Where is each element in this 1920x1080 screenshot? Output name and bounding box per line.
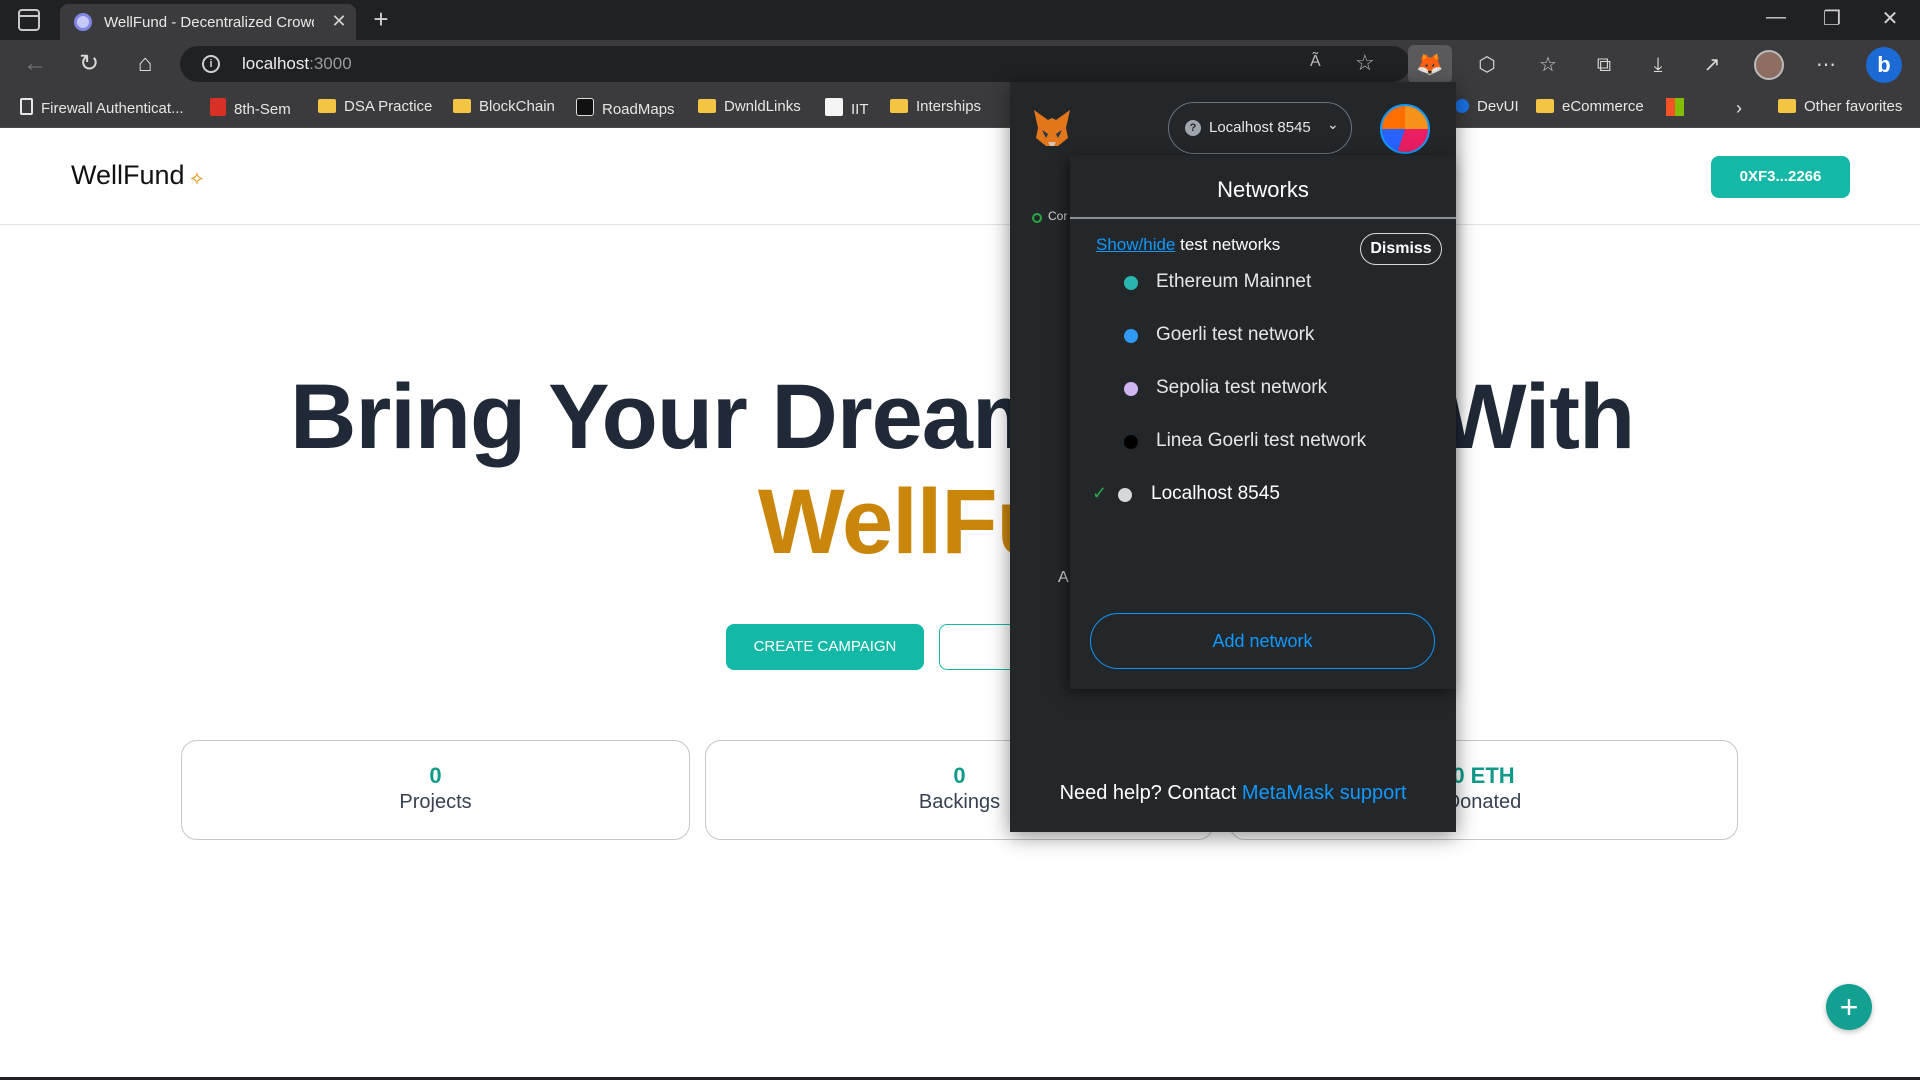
brand-logo[interactable]: WellFund ⟡ (71, 160, 203, 191)
site-favicon-icon (74, 13, 92, 31)
restore-icon[interactable]: ❐ (1812, 6, 1852, 31)
add-favorite-icon[interactable]: ☆ (1355, 50, 1375, 76)
close-window-icon[interactable]: ✕ (1870, 6, 1910, 31)
create-campaign-button[interactable]: CREATE CAMPAIGN (726, 624, 924, 670)
site-header: WellFund ⟡ 0XF3...2266 (0, 128, 1920, 225)
iit-site-icon (825, 98, 843, 116)
network-item-ethereum-mainnet[interactable]: Ethereum Mainnet (1070, 263, 1456, 303)
url-text: localhost:3000 (242, 54, 352, 73)
pdf-icon (210, 98, 226, 116)
show-hide-link[interactable]: Show/hide (1096, 235, 1175, 254)
help-footer: Need help? Contact MetaMask support (1059, 782, 1407, 804)
metamask-extension-icon[interactable]: 🦊 (1408, 45, 1452, 83)
browser-toolbar: ← ↻ ⌂ i localhost:3000 Ã ☆ 🦊 ⬡ ☆ ⧉ ⤓ ↗ … (0, 40, 1920, 88)
network-name: Linea Goerli test network (1156, 430, 1367, 451)
extensions-icon[interactable]: ⬡ (1473, 52, 1501, 80)
bookmark-roadmaps[interactable]: RoadMaps (576, 98, 675, 118)
connected-status-text[interactable]: Cor (1048, 209, 1067, 223)
site-info-icon[interactable]: i (202, 55, 220, 73)
network-name: Goerli test network (1156, 324, 1315, 345)
show-hide-test-networks: Show/hide test networks (1096, 235, 1281, 254)
network-name: Ethereum Mainnet (1156, 271, 1312, 292)
account-avatar[interactable] (1380, 104, 1430, 154)
browser-tab-bar: WellFund - Decentralized Crowdf ✕ + — ❐ … (0, 0, 1920, 40)
add-network-button[interactable]: Add network (1090, 613, 1435, 669)
divider (1070, 217, 1456, 219)
bookmark-ecommerce[interactable]: eCommerce (1536, 98, 1644, 118)
downloads-icon[interactable]: ⤓ (1644, 52, 1672, 80)
back-icon[interactable]: ← (20, 50, 50, 80)
profile-avatar[interactable] (1754, 50, 1784, 80)
metamask-support-link[interactable]: MetaMask support (1242, 782, 1407, 804)
reload-icon[interactable]: ↻ (74, 50, 104, 80)
tab-title: WellFund - Decentralized Crowdf (104, 14, 314, 31)
hero-heading-brand: WellFund (757, 471, 1163, 573)
bookmark-iit[interactable]: IIT (825, 98, 869, 118)
add-floating-button[interactable]: + (1826, 984, 1872, 1030)
leaf-icon: ⟡ (190, 168, 204, 189)
network-color-dot (1124, 276, 1138, 290)
connected-status-icon (1032, 213, 1042, 223)
bookmark-microsoft[interactable] (1666, 98, 1692, 118)
bookmark-firewall[interactable]: Firewall Authenticat... (20, 98, 184, 118)
favorites-icon[interactable]: ☆ (1534, 52, 1562, 80)
minimize-icon[interactable]: — (1756, 6, 1796, 29)
home-icon[interactable]: ⌂ (130, 50, 160, 80)
new-tab-icon[interactable]: + (366, 4, 396, 35)
networks-dropdown: Networks Show/hide test networks Dismiss… (1070, 155, 1456, 689)
bookmark-devui[interactable]: DevUI (1455, 98, 1519, 118)
tab-close-icon[interactable]: ✕ (330, 11, 348, 32)
stat-label: Projects (399, 791, 472, 813)
stat-card-projects: 0 Projects (181, 740, 690, 840)
current-network-label: Localhost 8545 (1209, 119, 1311, 136)
checkmark-icon: ✓ (1092, 483, 1108, 503)
network-item-linea-goerli[interactable]: Linea Goerli test network (1070, 422, 1456, 462)
read-aloud-icon[interactable]: Ã (1310, 53, 1321, 71)
network-item-sepolia[interactable]: Sepolia test network (1070, 369, 1456, 409)
networks-title: Networks (1217, 177, 1309, 202)
network-color-dot (1124, 382, 1138, 396)
more-options-icon[interactable]: ⋯ (1812, 52, 1840, 80)
browser-tab[interactable]: WellFund - Decentralized Crowdf ✕ (60, 4, 356, 40)
microsoft-icon (1666, 98, 1684, 116)
bookmark-dsa-practice[interactable]: DSA Practice (318, 98, 432, 118)
metamask-fox-icon (1034, 110, 1070, 146)
bookmark-interships[interactable]: Interships (890, 98, 981, 118)
folder-icon (1536, 99, 1554, 113)
page-icon (20, 98, 33, 115)
bookmark-other-favorites[interactable]: Other favorites (1778, 98, 1902, 118)
tab-actions-icon[interactable] (18, 9, 40, 31)
network-color-dot (1124, 329, 1138, 343)
stat-value: 0 (429, 763, 442, 788)
address-bar[interactable]: i localhost:3000 Ã ☆ (180, 46, 1410, 82)
more-bookmarks-chevron-icon[interactable]: › (1736, 98, 1742, 118)
folder-icon (890, 99, 908, 113)
dismiss-button[interactable]: Dismiss (1360, 233, 1442, 265)
obscured-text: A (1058, 569, 1069, 586)
folder-icon (1778, 99, 1796, 113)
network-name: Localhost 8545 (1151, 483, 1280, 504)
network-unknown-icon: ? (1185, 120, 1201, 136)
folder-icon (453, 99, 471, 113)
network-color-dot (1118, 488, 1132, 502)
roadmap-site-icon (576, 98, 594, 116)
bookmark-8th-sem[interactable]: 8th-Sem (210, 98, 291, 118)
chevron-down-icon: ⌄ (1327, 116, 1339, 132)
folder-icon (318, 99, 336, 113)
network-selector[interactable]: ? Localhost 8545 ⌄ (1168, 102, 1352, 154)
folder-icon (698, 99, 716, 113)
devui-site-icon (1455, 99, 1469, 113)
network-item-localhost-8545[interactable]: ✓ Localhost 8545 (1070, 475, 1456, 515)
network-item-goerli[interactable]: Goerli test network (1070, 316, 1456, 356)
bookmarks-bar: Firewall Authenticat... 8th-Sem DSA Prac… (0, 88, 1920, 128)
share-icon[interactable]: ↗ (1698, 52, 1726, 80)
network-name: Sepolia test network (1156, 377, 1328, 398)
bookmark-dwnldlinks[interactable]: DwnldLinks (698, 98, 801, 118)
wallet-address-button[interactable]: 0XF3...2266 (1711, 156, 1850, 198)
network-color-dot (1124, 435, 1138, 449)
collections-icon[interactable]: ⧉ (1590, 52, 1618, 80)
bing-copilot-icon[interactable]: b (1866, 47, 1902, 83)
bookmark-blockchain[interactable]: BlockChain (453, 98, 555, 118)
